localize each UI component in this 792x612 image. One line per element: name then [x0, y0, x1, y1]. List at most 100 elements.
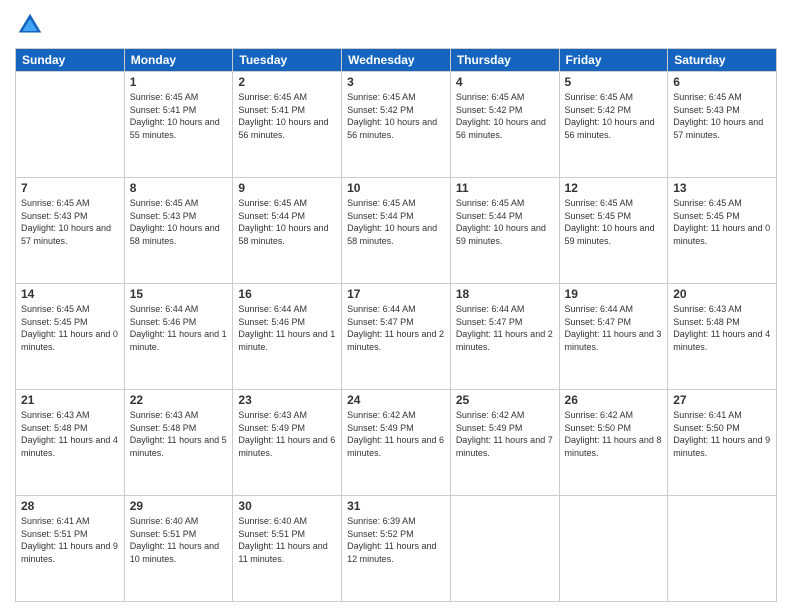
day-number: 6 — [673, 75, 771, 89]
day-info: Sunrise: 6:45 AMSunset: 5:45 PMDaylight:… — [673, 197, 771, 247]
day-number: 15 — [130, 287, 228, 301]
day-cell: 3 Sunrise: 6:45 AMSunset: 5:42 PMDaylight… — [342, 72, 451, 178]
day-info: Sunrise: 6:43 AMSunset: 5:49 PMDaylight:… — [238, 409, 336, 459]
day-number: 28 — [21, 499, 119, 513]
day-cell — [450, 496, 559, 602]
day-cell: 30Sunrise: 6:40 AMSunset: 5:51 PMDayligh… — [233, 496, 342, 602]
day-cell: 19 Sunrise: 6:44 AMSunset: 5:47 PMDayligh… — [559, 284, 668, 390]
day-info: Sunrise: 6:45 AMSunset: 5:44 PMDaylight:… — [456, 197, 554, 247]
weekday-header-row: SundayMondayTuesdayWednesdayThursdayFrid… — [16, 49, 777, 72]
day-cell: 18 Sunrise: 6:44 AMSunset: 5:47 PMDayligh… — [450, 284, 559, 390]
day-cell: 27 Sunrise: 6:41 AMSunset: 5:50 PMDayligh… — [668, 390, 777, 496]
calendar-table: SundayMondayTuesdayWednesdayThursdayFrid… — [15, 48, 777, 602]
day-number: 20 — [673, 287, 771, 301]
day-info: Sunrise: 6:45 AMSunset: 5:43 PMDaylight:… — [130, 197, 228, 247]
day-number: 12 — [565, 181, 663, 195]
header — [15, 10, 777, 40]
day-info: Sunrise: 6:45 AMSunset: 5:43 PMDaylight:… — [21, 197, 119, 247]
day-number: 7 — [21, 181, 119, 195]
day-cell: 1 Sunrise: 6:45 AMSunset: 5:41 PMDaylight… — [124, 72, 233, 178]
day-info: Sunrise: 6:44 AMSunset: 5:46 PMDaylight:… — [130, 303, 228, 353]
day-info: Sunrise: 6:45 AMSunset: 5:44 PMDaylight:… — [238, 197, 336, 247]
day-info: Sunrise: 6:45 AMSunset: 5:44 PMDaylight:… — [347, 197, 445, 247]
day-cell: 28 Sunrise: 6:41 AMSunset: 5:51 PMDayligh… — [16, 496, 125, 602]
day-info: Sunrise: 6:44 AMSunset: 5:47 PMDaylight:… — [565, 303, 663, 353]
day-number: 3 — [347, 75, 445, 89]
day-cell: 26Sunrise: 6:42 AMSunset: 5:50 PMDayligh… — [559, 390, 668, 496]
day-info: Sunrise: 6:43 AMSunset: 5:48 PMDaylight:… — [21, 409, 119, 459]
day-number: 8 — [130, 181, 228, 195]
day-number: 18 — [456, 287, 554, 301]
day-number: 21 — [21, 393, 119, 407]
day-number: 24 — [347, 393, 445, 407]
day-cell: 29 Sunrise: 6:40 AMSunset: 5:51 PMDayligh… — [124, 496, 233, 602]
day-number: 29 — [130, 499, 228, 513]
week-row-4: 28 Sunrise: 6:41 AMSunset: 5:51 PMDayligh… — [16, 496, 777, 602]
day-number: 14 — [21, 287, 119, 301]
day-cell: 15 Sunrise: 6:44 AMSunset: 5:46 PMDayligh… — [124, 284, 233, 390]
day-info: Sunrise: 6:45 AMSunset: 5:43 PMDaylight:… — [673, 91, 771, 141]
weekday-header-friday: Friday — [559, 49, 668, 72]
day-number: 4 — [456, 75, 554, 89]
page: SundayMondayTuesdayWednesdayThursdayFrid… — [0, 0, 792, 612]
day-cell — [559, 496, 668, 602]
logo-icon — [15, 10, 45, 40]
weekday-header-tuesday: Tuesday — [233, 49, 342, 72]
weekday-header-thursday: Thursday — [450, 49, 559, 72]
day-info: Sunrise: 6:45 AMSunset: 5:45 PMDaylight:… — [565, 197, 663, 247]
day-number: 17 — [347, 287, 445, 301]
day-info: Sunrise: 6:45 AMSunset: 5:41 PMDaylight:… — [130, 91, 228, 141]
day-cell: 6 Sunrise: 6:45 AMSunset: 5:43 PMDaylight… — [668, 72, 777, 178]
day-info: Sunrise: 6:45 AMSunset: 5:42 PMDaylight:… — [456, 91, 554, 141]
day-number: 11 — [456, 181, 554, 195]
day-info: Sunrise: 6:42 AMSunset: 5:49 PMDaylight:… — [347, 409, 445, 459]
week-row-3: 21 Sunrise: 6:43 AMSunset: 5:48 PMDayligh… — [16, 390, 777, 496]
day-cell: 31Sunrise: 6:39 AMSunset: 5:52 PMDayligh… — [342, 496, 451, 602]
day-cell: 10 Sunrise: 6:45 AMSunset: 5:44 PMDayligh… — [342, 178, 451, 284]
weekday-header-monday: Monday — [124, 49, 233, 72]
weekday-header-sunday: Sunday — [16, 49, 125, 72]
day-cell: 9 Sunrise: 6:45 AMSunset: 5:44 PMDaylight… — [233, 178, 342, 284]
day-cell: 22Sunrise: 6:43 AMSunset: 5:48 PMDayligh… — [124, 390, 233, 496]
day-number: 31 — [347, 499, 445, 513]
day-number: 10 — [347, 181, 445, 195]
day-cell: 12 Sunrise: 6:45 AMSunset: 5:45 PMDayligh… — [559, 178, 668, 284]
day-info: Sunrise: 6:44 AMSunset: 5:46 PMDaylight:… — [238, 303, 336, 353]
day-info: Sunrise: 6:43 AMSunset: 5:48 PMDaylight:… — [673, 303, 771, 353]
day-info: Sunrise: 6:44 AMSunset: 5:47 PMDaylight:… — [347, 303, 445, 353]
day-cell: 23Sunrise: 6:43 AMSunset: 5:49 PMDayligh… — [233, 390, 342, 496]
day-cell: 11 Sunrise: 6:45 AMSunset: 5:44 PMDayligh… — [450, 178, 559, 284]
week-row-0: 1 Sunrise: 6:45 AMSunset: 5:41 PMDaylight… — [16, 72, 777, 178]
day-number: 22 — [130, 393, 228, 407]
day-number: 1 — [130, 75, 228, 89]
week-row-2: 14 Sunrise: 6:45 AMSunset: 5:45 PMDayligh… — [16, 284, 777, 390]
day-cell: 24 Sunrise: 6:42 AMSunset: 5:49 PMDayligh… — [342, 390, 451, 496]
day-number: 26 — [565, 393, 663, 407]
day-cell: 2Sunrise: 6:45 AMSunset: 5:41 PMDaylight… — [233, 72, 342, 178]
day-number: 19 — [565, 287, 663, 301]
day-info: Sunrise: 6:45 AMSunset: 5:42 PMDaylight:… — [347, 91, 445, 141]
day-info: Sunrise: 6:41 AMSunset: 5:51 PMDaylight:… — [21, 515, 119, 565]
day-info: Sunrise: 6:42 AMSunset: 5:49 PMDaylight:… — [456, 409, 554, 459]
week-row-1: 7 Sunrise: 6:45 AMSunset: 5:43 PMDaylight… — [16, 178, 777, 284]
day-number: 16 — [238, 287, 336, 301]
day-info: Sunrise: 6:44 AMSunset: 5:47 PMDaylight:… — [456, 303, 554, 353]
day-cell: 8 Sunrise: 6:45 AMSunset: 5:43 PMDaylight… — [124, 178, 233, 284]
day-number: 27 — [673, 393, 771, 407]
day-info: Sunrise: 6:40 AMSunset: 5:51 PMDaylight:… — [130, 515, 228, 565]
day-info: Sunrise: 6:45 AMSunset: 5:45 PMDaylight:… — [21, 303, 119, 353]
day-cell: 4 Sunrise: 6:45 AMSunset: 5:42 PMDaylight… — [450, 72, 559, 178]
day-info: Sunrise: 6:41 AMSunset: 5:50 PMDaylight:… — [673, 409, 771, 459]
day-number: 2 — [238, 75, 336, 89]
weekday-header-wednesday: Wednesday — [342, 49, 451, 72]
day-cell: 5Sunrise: 6:45 AMSunset: 5:42 PMDaylight… — [559, 72, 668, 178]
day-cell: 13 Sunrise: 6:45 AMSunset: 5:45 PMDayligh… — [668, 178, 777, 284]
day-cell: 7 Sunrise: 6:45 AMSunset: 5:43 PMDaylight… — [16, 178, 125, 284]
day-cell: 17 Sunrise: 6:44 AMSunset: 5:47 PMDayligh… — [342, 284, 451, 390]
day-number: 13 — [673, 181, 771, 195]
weekday-header-saturday: Saturday — [668, 49, 777, 72]
day-number: 25 — [456, 393, 554, 407]
day-number: 9 — [238, 181, 336, 195]
logo — [15, 10, 49, 40]
day-number: 5 — [565, 75, 663, 89]
